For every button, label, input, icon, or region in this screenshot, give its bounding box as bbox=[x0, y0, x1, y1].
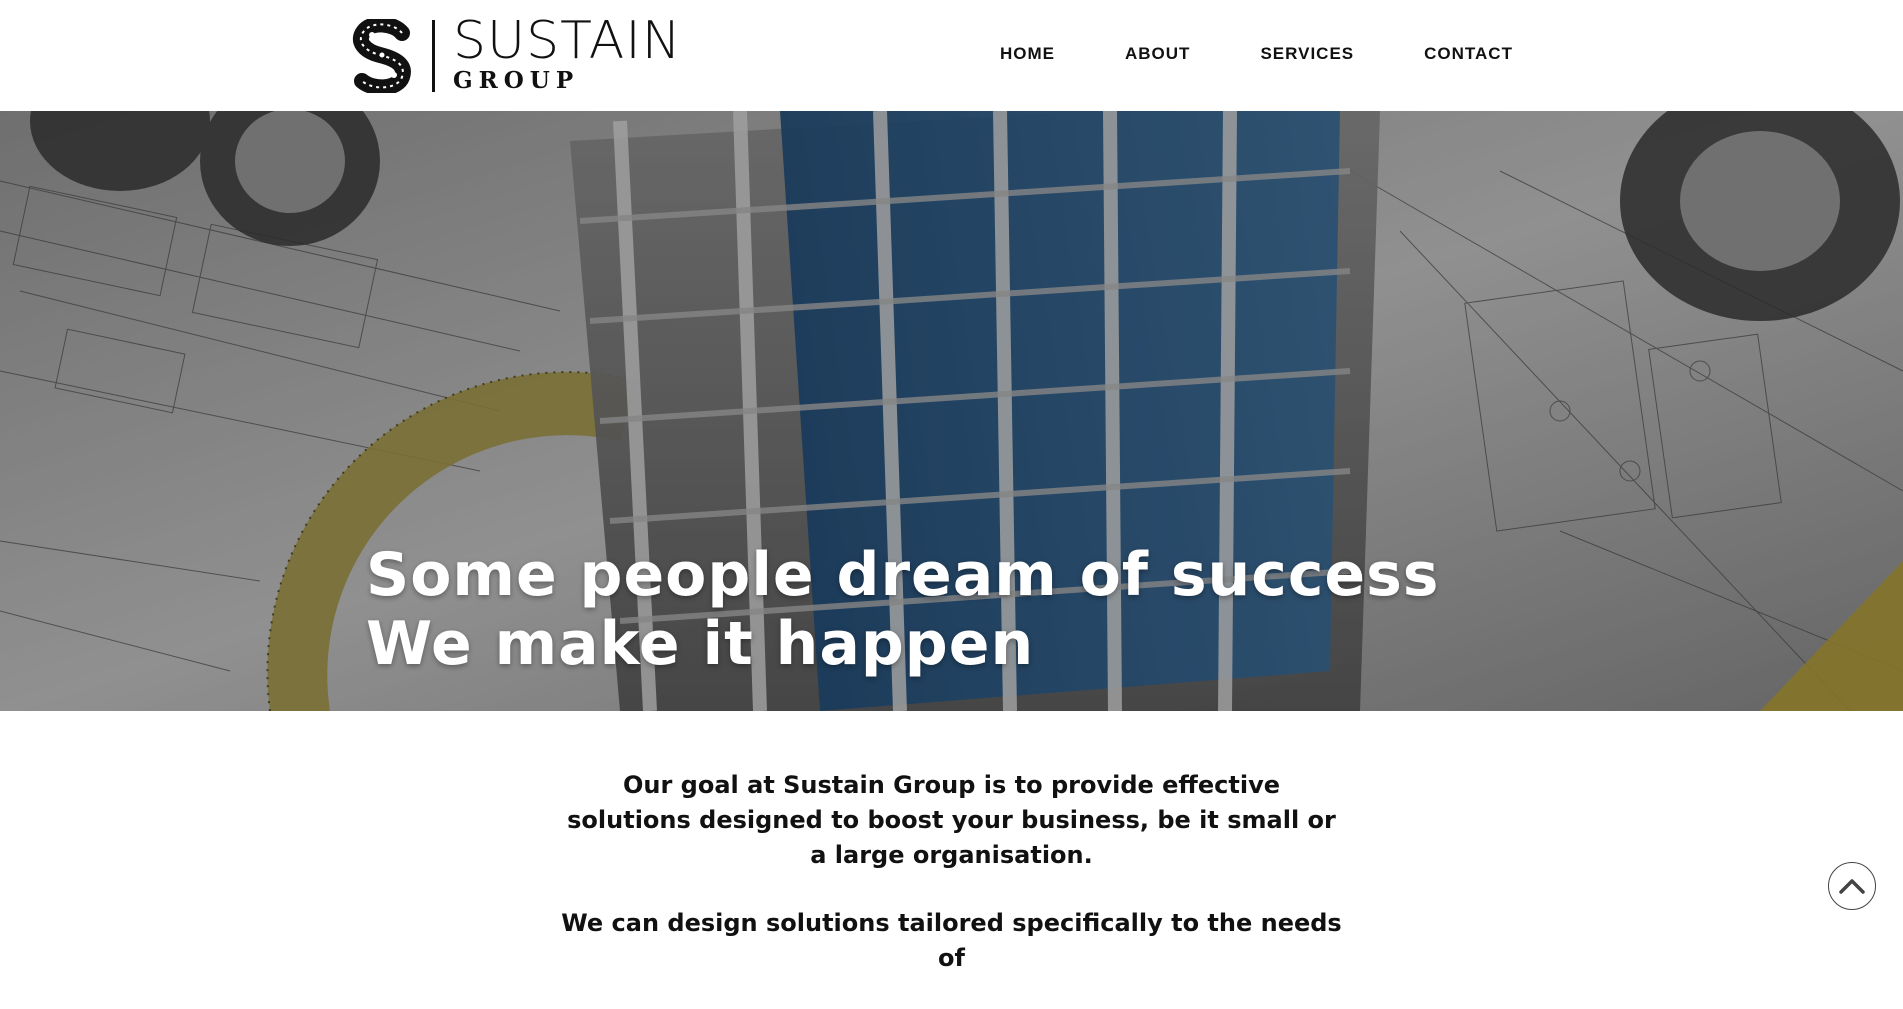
logo-s-mark-icon bbox=[352, 19, 411, 93]
hero-headline: Some people dream of success We make it … bbox=[366, 541, 1440, 679]
intro-paragraph-1: Our goal at Sustain Group is to provide … bbox=[567, 771, 1336, 869]
brand-logo[interactable]: SUSTAIN GROUP bbox=[350, 11, 682, 95]
main-nav: HOME ABOUT SERVICES CONTACT bbox=[1000, 40, 1513, 68]
nav-contact[interactable]: CONTACT bbox=[1424, 40, 1513, 68]
brand-name: SUSTAIN bbox=[453, 11, 682, 71]
brand-subtitle: GROUP bbox=[453, 67, 580, 94]
hero-line-2: We make it happen bbox=[366, 609, 1035, 679]
logo-wordmark: SUSTAIN GROUP bbox=[453, 11, 682, 95]
hero-line-1: Some people dream of success bbox=[366, 540, 1440, 610]
hero-banner: Some people dream of success We make it … bbox=[0, 111, 1903, 711]
intro-paragraph-2: We can design solutions tailored specifi… bbox=[561, 909, 1342, 972]
intro-section: Our goal at Sustain Group is to provide … bbox=[560, 768, 1343, 1009]
back-to-top-button[interactable] bbox=[1828, 862, 1876, 910]
site-header: SUSTAIN GROUP HOME ABOUT SERVICES CONTAC… bbox=[0, 0, 1903, 111]
nav-services[interactable]: SERVICES bbox=[1260, 40, 1354, 68]
nav-about[interactable]: ABOUT bbox=[1125, 40, 1190, 68]
chevron-up-icon bbox=[1839, 879, 1865, 894]
nav-home[interactable]: HOME bbox=[1000, 40, 1055, 68]
logo-divider bbox=[432, 20, 435, 92]
